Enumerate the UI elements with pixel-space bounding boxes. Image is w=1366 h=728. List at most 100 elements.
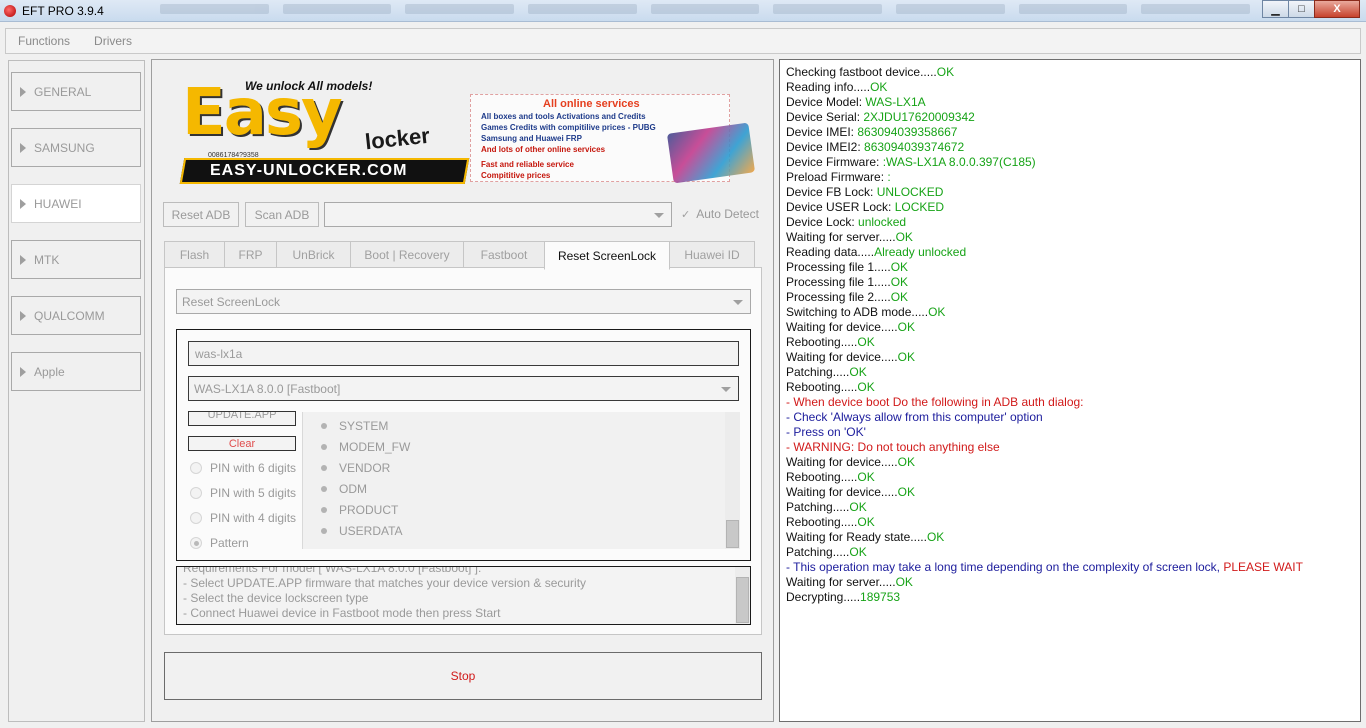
log-value: UNLOCKED	[876, 185, 944, 199]
tab-boot-recovery[interactable]: Boot | Recovery	[350, 241, 464, 268]
log-text: Device Model:	[786, 95, 866, 109]
log-line: Checking fastboot device.....OK	[786, 65, 954, 80]
log-line: Waiting for device.....OK	[786, 455, 915, 470]
requirements-line: - Connect Huawei device in Fastboot mode…	[183, 606, 501, 620]
radio-label: Pattern	[210, 536, 249, 550]
nav-label: QUALCOMM	[34, 308, 105, 323]
model-input[interactable]: was-lx1a	[188, 341, 739, 366]
log-line: Reading data.....Already unlocked	[786, 245, 966, 260]
log-text: Device IMEI:	[786, 125, 858, 139]
scrollbar-thumb[interactable]	[736, 577, 749, 623]
services-title: All online services	[543, 98, 640, 110]
tab-huawei-id[interactable]: Huawei ID	[669, 241, 755, 268]
partition-item[interactable]: SYSTEM	[321, 419, 388, 433]
log-line: Waiting for device.....OK	[786, 485, 915, 500]
auto-detect-checkbox[interactable]: ✓ Auto Detect	[681, 207, 759, 221]
update-app-button[interactable]: UPDATE.APP	[188, 411, 296, 426]
menu-drivers[interactable]: Drivers	[82, 34, 144, 48]
log-text: - When device boot Do the following in A…	[786, 395, 1084, 409]
requirements-line: - Select UPDATE.APP firmware that matche…	[183, 576, 587, 590]
tab-frp[interactable]: FRP	[224, 241, 277, 268]
reset-adb-button[interactable]: Reset ADB	[163, 202, 239, 227]
maximize-button[interactable]: □	[1288, 0, 1315, 18]
log-text: - Press on 'OK'	[786, 425, 866, 439]
partition-scrollbar[interactable]	[725, 412, 740, 549]
tab-unbrick[interactable]: UnBrick	[276, 241, 351, 268]
clear-button[interactable]: Clear	[188, 436, 296, 451]
partition-label: USERDATA	[339, 524, 403, 538]
log-line: Preload Firmware: :	[786, 170, 891, 185]
log-value: OK	[849, 545, 867, 559]
nav-qualcomm[interactable]: QUALCOMM	[11, 296, 141, 335]
nav-samsung[interactable]: SAMSUNG	[11, 128, 141, 167]
partition-item[interactable]: PRODUCT	[321, 503, 398, 517]
operation-select-value: Reset ScreenLock	[182, 294, 281, 309]
partition-item[interactable]: MODEM_FW	[321, 440, 410, 454]
log-text: Reading data.....	[786, 245, 875, 259]
radio-selected-icon	[190, 537, 202, 549]
function-tabs: Flash FRP UnBrick Boot | Recovery Fastbo…	[164, 241, 755, 270]
requirements-scrollbar[interactable]	[735, 567, 750, 624]
radio-label: PIN with 6 digits	[210, 461, 297, 475]
tab-flash[interactable]: Flash	[164, 241, 225, 268]
tab-fastboot[interactable]: Fastboot	[463, 241, 545, 268]
app-icon	[4, 5, 16, 17]
stop-button[interactable]: Stop	[164, 652, 762, 700]
log-line: Waiting for server.....OK	[786, 230, 913, 245]
close-button[interactable]: X	[1314, 0, 1360, 18]
operation-select[interactable]: Reset ScreenLock	[176, 289, 751, 314]
service-line: Fast and reliable service	[481, 160, 574, 169]
radio-pin-4[interactable]: PIN with 4 digits	[190, 511, 296, 525]
log-text: Patching.....	[786, 365, 850, 379]
log-line: Rebooting.....OK	[786, 470, 875, 485]
log-text: - Check 'Always allow from this computer…	[786, 410, 1043, 424]
nav-label: Apple	[34, 364, 65, 379]
expand-arrow-icon	[20, 366, 26, 377]
log-text: Rebooting.....	[786, 380, 858, 394]
service-line: Samsung and Huawei FRP	[481, 134, 582, 143]
title-bar: EFT PRO 3.9.4 ▁ □ X	[0, 0, 1366, 22]
device-select[interactable]	[324, 202, 672, 227]
log-text: Device USER Lock:	[786, 200, 895, 214]
nav-huawei[interactable]: HUAWEI	[11, 184, 141, 223]
nav-general[interactable]: GENERAL	[11, 72, 141, 111]
log-value: OK	[895, 230, 913, 244]
partition-item[interactable]: VENDOR	[321, 461, 390, 475]
banner-tagline: We unlock All models!	[245, 79, 373, 93]
options-box: was-lx1a WAS-LX1A 8.0.0 [Fastboot] UPDAT…	[176, 329, 751, 561]
log-value: OK	[849, 365, 867, 379]
minimize-button[interactable]: ▁	[1262, 0, 1289, 18]
log-text: Waiting for device.....	[786, 320, 898, 334]
radio-pin-6[interactable]: PIN with 6 digits	[190, 461, 296, 475]
scan-adb-button[interactable]: Scan ADB	[245, 202, 319, 227]
tab-reset-screenlock[interactable]: Reset ScreenLock	[544, 241, 670, 270]
radio-icon	[190, 462, 202, 474]
log-line: Device Serial: 2XJDU17620009342	[786, 110, 975, 125]
log-text: Patching.....	[786, 500, 850, 514]
left-nav: GENERAL SAMSUNG HUAWEI MTK QUALCOMM Appl…	[8, 60, 145, 722]
log-text: - WARNING: Do not touch anything else	[786, 440, 1000, 454]
expand-arrow-icon	[20, 254, 26, 265]
log-line: Device Firmware: :WAS-LX1A 8.0.0.397(C18…	[786, 155, 1036, 170]
partition-item[interactable]: ODM	[321, 482, 367, 496]
log-value: WAS-LX1A	[865, 95, 926, 109]
radio-pattern[interactable]: Pattern	[190, 536, 249, 550]
auto-detect-label: Auto Detect	[696, 207, 759, 221]
radio-pin-5[interactable]: PIN with 5 digits	[190, 486, 296, 500]
menu-functions[interactable]: Functions	[6, 34, 82, 48]
banner-sub: locker	[363, 122, 431, 155]
bullet-icon	[321, 465, 327, 471]
nav-apple[interactable]: Apple	[11, 352, 141, 391]
log-line: - Check 'Always allow from this computer…	[786, 410, 1043, 425]
partition-list[interactable]: SYSTEM MODEM_FW VENDOR ODM PRODUCT USERD…	[302, 412, 740, 549]
log-value: OK	[857, 470, 875, 484]
log-panel: Checking fastboot device.....OK Reading i…	[779, 59, 1361, 722]
service-line: Compititive prices	[481, 171, 551, 180]
firmware-select-value: WAS-LX1A 8.0.0 [Fastboot]	[194, 381, 341, 396]
nav-mtk[interactable]: MTK	[11, 240, 141, 279]
scrollbar-thumb[interactable]	[726, 520, 739, 548]
log-warning: PLEASE WAIT	[1223, 560, 1303, 574]
partition-item[interactable]: USERDATA	[321, 524, 403, 538]
firmware-select[interactable]: WAS-LX1A 8.0.0 [Fastboot]	[188, 376, 739, 401]
log-value: 863094039374672	[864, 140, 965, 154]
